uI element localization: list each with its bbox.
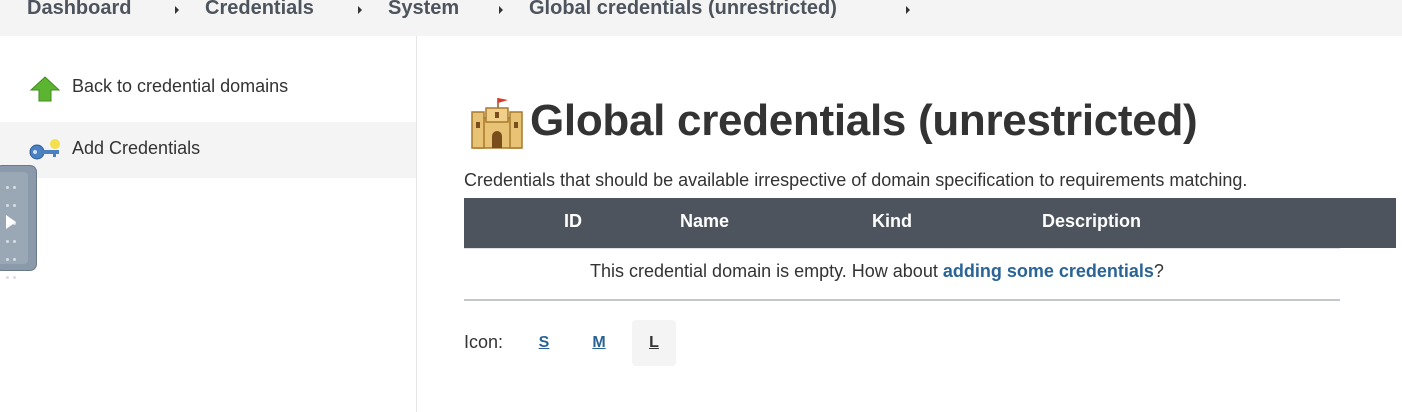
icon-size-medium-button[interactable]: M — [577, 320, 621, 366]
breadcrumb-separator-icon[interactable] — [499, 6, 503, 14]
breadcrumb: Dashboard Credentials System Global cred… — [0, 0, 1402, 36]
breadcrumb-separator-icon[interactable] — [358, 6, 362, 14]
page-description: Credentials that should be available irr… — [464, 170, 1248, 190]
empty-message: This credential domain is empty. How abo… — [590, 261, 1164, 282]
empty-table-row: This credential domain is empty. How abo… — [464, 248, 1340, 301]
breadcrumb-system[interactable]: System — [388, 0, 459, 22]
sidebar-item-label: Add Credentials — [72, 138, 201, 158]
breadcrumb-dashboard[interactable]: Dashboard — [27, 0, 131, 22]
page-title: Global credentials (unrestricted) — [530, 96, 1198, 145]
icon-size-small-button[interactable]: S — [522, 320, 566, 366]
empty-message-suffix: ? — [1153, 261, 1164, 281]
drag-grip-icon — [4, 232, 20, 286]
key-icon — [28, 136, 62, 169]
empty-message-prefix: This credential domain is empty. How abo… — [590, 261, 943, 281]
breadcrumb-separator-icon[interactable] — [906, 6, 910, 14]
breadcrumb-credentials[interactable]: Credentials — [205, 0, 314, 22]
play-icon[interactable] — [6, 215, 16, 229]
column-header-kind[interactable]: Kind — [872, 211, 912, 232]
breadcrumb-separator-icon[interactable] — [175, 6, 179, 14]
sidebar-item-label: Back to credential domains — [72, 76, 289, 96]
icon-size-large-button[interactable]: L — [632, 320, 676, 366]
credentials-table-header: ID Name Kind Description — [464, 198, 1396, 248]
column-header-description[interactable]: Description — [1042, 211, 1141, 232]
sidebar-item-add-credentials[interactable]: Add Credentials — [0, 122, 416, 178]
castle-icon — [470, 96, 524, 155]
sidebar-item-back-to-domains[interactable]: Back to credential domains — [0, 60, 416, 116]
adding-credentials-link[interactable]: adding some credentials — [943, 261, 1154, 281]
breadcrumb-global-credentials[interactable]: Global credentials (unrestricted) — [529, 0, 837, 22]
sidebar: Back to credential domains Add Credentia… — [0, 36, 417, 412]
side-panel-handle[interactable] — [0, 166, 36, 279]
column-header-name[interactable]: Name — [680, 211, 729, 232]
side-panel-handle-body — [0, 172, 28, 279]
column-header-id[interactable]: ID — [564, 211, 582, 232]
up-arrow-icon — [29, 76, 61, 107]
icon-size-label: Icon: — [464, 332, 504, 352]
